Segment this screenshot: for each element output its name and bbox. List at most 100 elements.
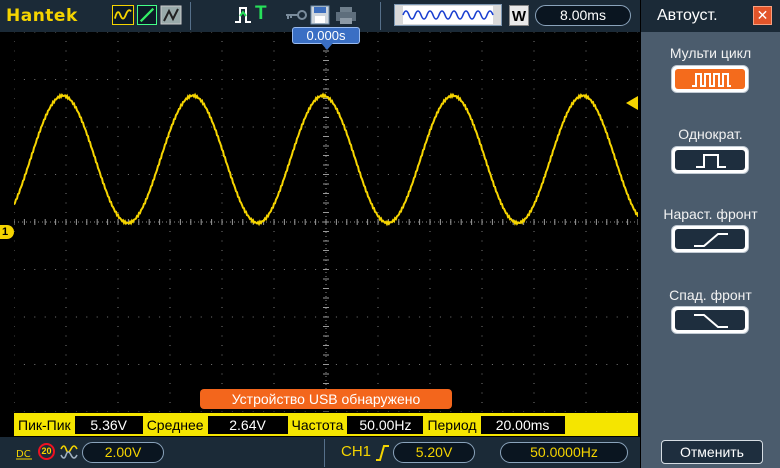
single-pulse-button[interactable]: [671, 146, 749, 174]
trigger-edge-icon[interactable]: [234, 5, 252, 25]
grid-dot: [96, 364, 98, 365]
bandwidth-limit-icon[interactable]: 20: [38, 443, 55, 460]
multi-cycle-icon: [692, 73, 731, 87]
grid-dot: [148, 126, 150, 128]
grid-dot: [65, 193, 67, 194]
grid-dot: [439, 79, 441, 80]
grid-dot: [117, 269, 119, 270]
rising-slope-icon[interactable]: [374, 445, 390, 461]
grid-dot: [408, 31, 410, 33]
grid-dot: [585, 383, 587, 384]
ch2-ramp-icon[interactable]: [137, 5, 157, 25]
ch1-sine-icon[interactable]: [112, 5, 134, 25]
save-icon[interactable]: [310, 5, 330, 25]
grid-dot: [627, 174, 629, 175]
grid-dot: [283, 79, 285, 80]
grid-dot: [398, 31, 400, 33]
grid-dot: [637, 145, 639, 147]
grid-dot: [273, 136, 275, 137]
grid-dot: [481, 259, 483, 261]
grid-dot: [65, 373, 67, 375]
grid-dot: [637, 240, 639, 242]
grid-dot: [169, 88, 171, 90]
grid-dot: [13, 278, 15, 280]
grid-dot: [117, 98, 119, 99]
grid-dot: [419, 316, 421, 318]
rising-edge-button[interactable]: [671, 225, 749, 253]
grid-dot: [606, 31, 608, 33]
grid-dot: [408, 316, 410, 318]
grid-dot: [273, 288, 275, 289]
falling-edge-button[interactable]: [671, 306, 749, 334]
grid-dot: [169, 136, 171, 137]
grid-dot: [419, 126, 421, 128]
grid-dot: [221, 117, 223, 118]
grid-dot: [263, 126, 265, 128]
grid-dot: [533, 354, 535, 356]
ch1-ground-marker[interactable]: 1: [0, 225, 14, 239]
grid-dot: [481, 155, 483, 156]
grid-dot: [242, 79, 244, 80]
grid-dot: [533, 31, 535, 33]
grid-dot: [627, 31, 629, 33]
grid-dot: [606, 364, 608, 365]
math-channel-icon[interactable]: [160, 5, 182, 25]
grid-dot: [637, 373, 639, 375]
grid-dot: [117, 297, 119, 299]
grid-dot: [148, 364, 150, 365]
waveform-overview[interactable]: [394, 4, 502, 26]
grid-dot: [585, 250, 587, 251]
grid-dot: [211, 79, 213, 80]
grid-dot: [242, 364, 244, 365]
dc-coupling-icon[interactable]: DC: [15, 446, 33, 460]
timebase-readout[interactable]: 8.00ms: [535, 5, 631, 26]
grid-dot: [575, 79, 577, 80]
grid-dot: [13, 364, 15, 365]
grid-dot: [13, 240, 15, 242]
grid-dot: [13, 79, 15, 80]
window-zoom-badge[interactable]: W: [509, 5, 529, 26]
trigger-time-readout[interactable]: 0.000s: [292, 27, 360, 44]
key-icon[interactable]: [284, 5, 308, 25]
multi-cycle-button[interactable]: [671, 65, 749, 93]
grid-dot: [273, 259, 275, 261]
grid-dot: [637, 79, 639, 80]
trigger-level-marker[interactable]: [626, 96, 638, 110]
print-icon[interactable]: [334, 5, 358, 25]
grid-dot: [273, 145, 275, 147]
grid-dot: [377, 107, 379, 109]
grid-dot: [543, 126, 545, 128]
grid-dot: [585, 60, 587, 61]
volts-per-division[interactable]: 2.00V: [82, 442, 164, 463]
grid-dot: [585, 164, 587, 166]
grid-dot: [231, 269, 233, 270]
grid-dot: [533, 231, 535, 232]
grid-dot: [65, 250, 67, 251]
grid-dot: [75, 31, 77, 33]
grid-dot: [23, 269, 25, 270]
grid-dot: [502, 79, 504, 80]
grid-dot: [481, 278, 483, 280]
grid-dot: [34, 31, 36, 33]
grid-dot: [377, 259, 379, 261]
grid-dot: [585, 411, 587, 413]
grid-dot: [242, 411, 244, 413]
grid-dot: [429, 297, 431, 299]
grid-dot: [439, 126, 441, 128]
invert-icon[interactable]: [60, 445, 78, 459]
close-icon[interactable]: ✕: [753, 6, 772, 25]
grid-dot: [481, 126, 483, 128]
grid-dot: [387, 364, 389, 365]
grid-dot: [429, 117, 431, 118]
waveform-grid: [13, 31, 639, 413]
grid-dot: [585, 174, 587, 175]
grid-dot: [564, 79, 566, 80]
grid-dot: [377, 126, 379, 128]
cancel-button[interactable]: Отменить: [661, 440, 763, 464]
grid-dot: [585, 373, 587, 375]
grid-dot: [419, 174, 421, 175]
trigger-source[interactable]: CH1: [341, 443, 371, 460]
grid-dot: [117, 88, 119, 90]
grid-dot: [398, 316, 400, 318]
trigger-level-readout[interactable]: 5.20V: [393, 442, 475, 463]
